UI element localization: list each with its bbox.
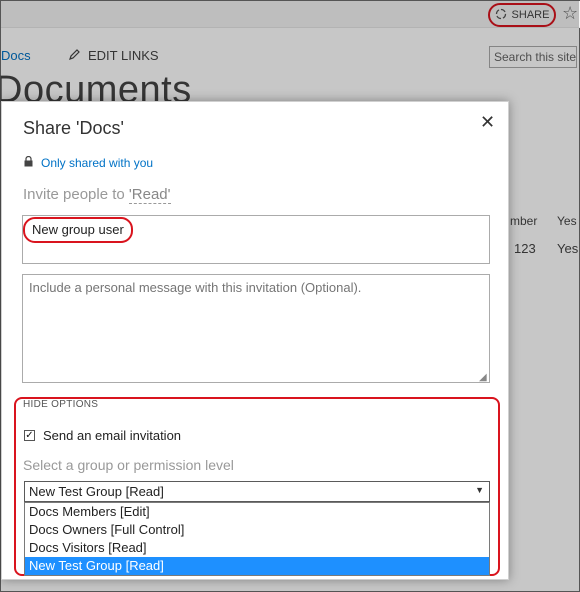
shared-status-link[interactable]: Only shared with you — [24, 155, 154, 170]
permission-select[interactable]: New Test Group [Read] ▼ — [24, 481, 490, 502]
dropdown-option-new-test-group[interactable]: New Test Group [Read] — [25, 557, 489, 575]
dropdown-option-docs-owners[interactable]: Docs Owners [Full Control] — [25, 521, 489, 539]
permission-select-label: Select a group or permission level — [23, 457, 234, 473]
dropdown-option-docs-visitors[interactable]: Docs Visitors [Read] — [25, 539, 489, 557]
permission-select-value: New Test Group [Read] — [29, 484, 164, 499]
chevron-down-icon[interactable]: ▼ — [475, 485, 484, 495]
message-textarea[interactable] — [22, 274, 490, 383]
people-picker-input[interactable]: New group user — [22, 215, 490, 264]
close-icon[interactable]: ✕ — [480, 112, 495, 132]
invite-permission-link[interactable]: 'Read' — [128, 186, 171, 204]
dropdown-option-docs-members[interactable]: Docs Members [Edit] — [25, 503, 489, 521]
email-invitation-checkbox[interactable]: ✓ — [24, 430, 35, 441]
invite-label: Invite people to 'Read' — [23, 186, 171, 204]
resize-grip-icon[interactable]: ◢ — [479, 372, 487, 383]
share-dialog: Share 'Docs' ✕ Only shared with you Invi… — [1, 101, 509, 580]
lock-icon — [24, 155, 33, 170]
hide-options-link[interactable]: HIDE OPTIONS — [23, 399, 98, 410]
shared-status-label: Only shared with you — [41, 156, 154, 170]
invite-prefix: Invite people to — [23, 186, 129, 203]
dialog-title: Share 'Docs' — [23, 118, 124, 138]
people-picker-value[interactable]: New group user — [23, 217, 133, 243]
permission-dropdown-list: Docs Members [Edit] Docs Owners [Full Co… — [24, 502, 490, 576]
email-invitation-label: Send an email invitation — [43, 428, 182, 443]
email-invitation-row[interactable]: ✓ Send an email invitation — [24, 428, 181, 443]
